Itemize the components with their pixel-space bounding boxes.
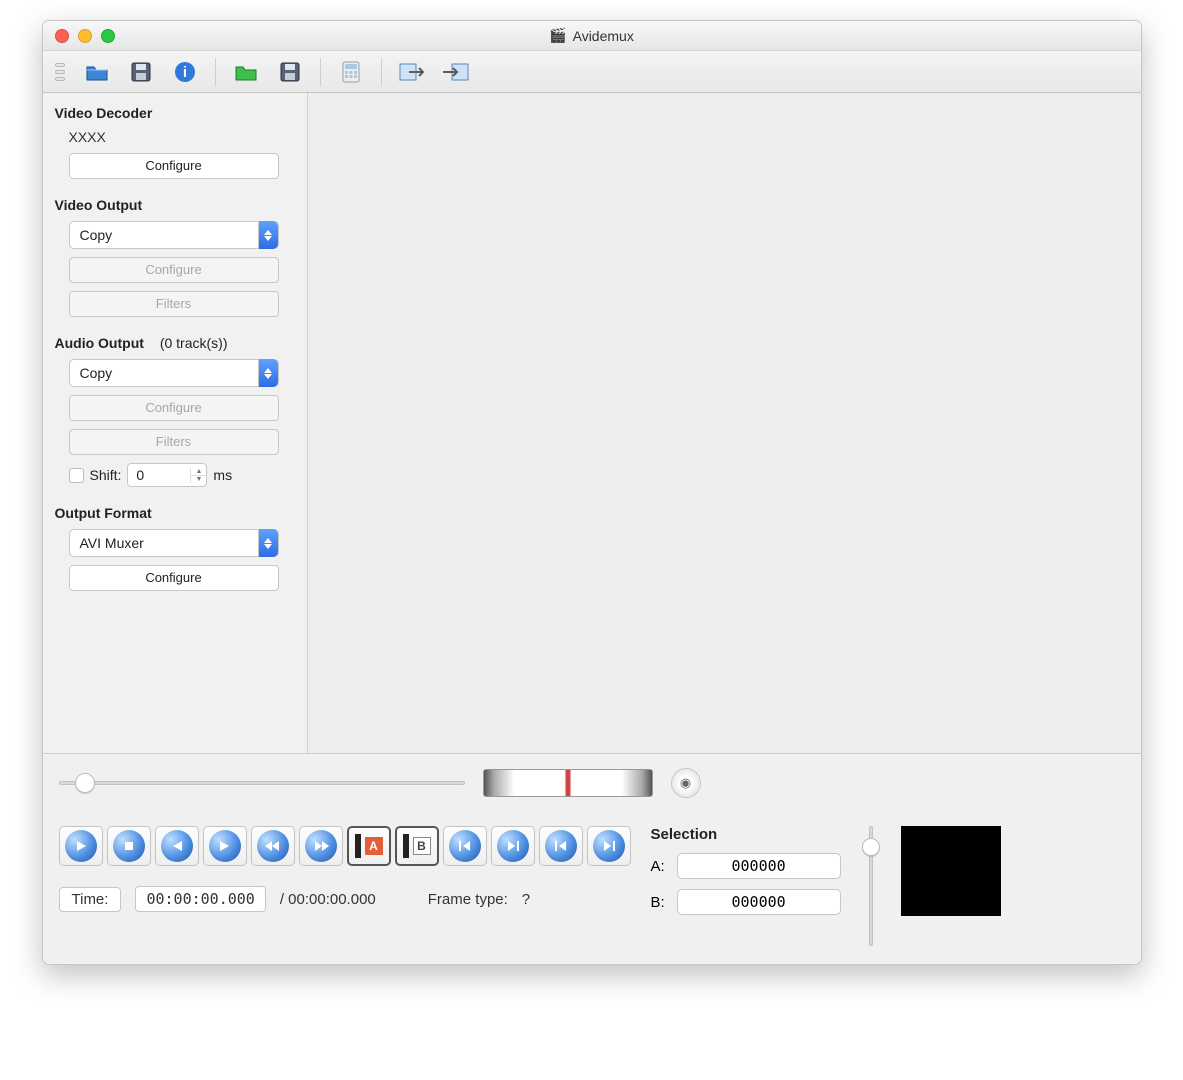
frame-type-label: Frame type: bbox=[428, 891, 508, 908]
video-output-select[interactable]: Copy bbox=[69, 221, 279, 249]
audio-output-tracks: (0 track(s)) bbox=[160, 335, 228, 351]
calculator-button[interactable] bbox=[334, 57, 368, 87]
video-canvas bbox=[308, 93, 1141, 753]
video-decoder-configure-button[interactable]: Configure bbox=[69, 153, 279, 179]
spinner-down-icon[interactable]: ▼ bbox=[191, 476, 206, 483]
time-total: 00:00:00.000 bbox=[288, 891, 376, 908]
go-marker-a-button[interactable] bbox=[539, 826, 583, 866]
timeline-thumb[interactable] bbox=[75, 773, 95, 793]
jog-wheel[interactable] bbox=[483, 769, 653, 797]
preview-thumbnail bbox=[901, 826, 1001, 916]
video-output-configure-button: Configure bbox=[69, 257, 279, 283]
video-output-label: Video Output bbox=[55, 197, 295, 213]
select-arrows-icon bbox=[258, 529, 278, 557]
output-format-selected: AVI Muxer bbox=[80, 535, 144, 551]
audio-shift-label: Shift: bbox=[90, 467, 122, 483]
window-controls bbox=[43, 29, 115, 43]
selection-panel: Selection A: 000000 B: 000000 bbox=[651, 826, 841, 925]
minimize-window-button[interactable] bbox=[78, 29, 92, 43]
video-output-section: Video Output Copy Configure Filters bbox=[55, 197, 295, 317]
toolbar: i bbox=[43, 51, 1141, 93]
selection-a-value: 000000 bbox=[677, 853, 841, 879]
titlebar: 🎬 Avidemux bbox=[43, 21, 1141, 51]
select-arrows-icon bbox=[258, 359, 278, 387]
transport-controls: A B bbox=[59, 826, 631, 866]
output-format-section: Output Format AVI Muxer Configure bbox=[55, 505, 295, 591]
project-open-button[interactable] bbox=[229, 57, 263, 87]
audio-shift-unit: ms bbox=[213, 467, 232, 483]
next-keyframe-button[interactable] bbox=[299, 826, 343, 866]
volume-thumb[interactable] bbox=[862, 838, 880, 856]
time-row: Time: 00:00:00.000 / 00:00:00.000 Frame … bbox=[59, 886, 631, 912]
prev-frame-button[interactable] bbox=[155, 826, 199, 866]
app-icon: 🎬 bbox=[549, 27, 566, 44]
audio-output-configure-button: Configure bbox=[69, 395, 279, 421]
export-button[interactable] bbox=[439, 57, 473, 87]
audio-shift-row: Shift: 0 ▲▼ ms bbox=[69, 463, 279, 487]
audio-output-select[interactable]: Copy bbox=[69, 359, 279, 387]
close-window-button[interactable] bbox=[55, 29, 69, 43]
play-button[interactable] bbox=[59, 826, 103, 866]
select-arrows-icon bbox=[258, 221, 278, 249]
window-title: Avidemux bbox=[573, 28, 634, 44]
sidebar: Video Decoder XXXX Configure Video Outpu… bbox=[43, 93, 308, 753]
audio-toggle-button[interactable]: ◉ bbox=[671, 768, 701, 798]
bottom-panel: ◉ A B bbox=[43, 753, 1141, 964]
audio-output-selected: Copy bbox=[80, 365, 113, 381]
audio-shift-spinner[interactable]: 0 ▲▼ bbox=[127, 463, 207, 487]
video-decoder-section: Video Decoder XXXX Configure bbox=[55, 105, 295, 179]
save-file-button[interactable] bbox=[124, 57, 158, 87]
volume-column bbox=[861, 826, 881, 946]
video-decoder-label: Video Decoder bbox=[55, 105, 295, 121]
selection-label: Selection bbox=[651, 826, 841, 843]
go-start-button[interactable] bbox=[443, 826, 487, 866]
audio-output-filters-button: Filters bbox=[69, 429, 279, 455]
output-format-configure-button[interactable]: Configure bbox=[69, 565, 279, 591]
project-save-button[interactable] bbox=[273, 57, 307, 87]
audio-shift-value: 0 bbox=[128, 467, 190, 483]
info-button[interactable]: i bbox=[168, 57, 202, 87]
timeline-slider[interactable] bbox=[59, 773, 465, 793]
audio-output-label: Audio Output bbox=[55, 335, 144, 351]
audio-output-section: Audio Output (0 track(s)) Copy Configure… bbox=[55, 335, 295, 487]
video-decoder-value: XXXX bbox=[55, 129, 295, 145]
time-label: Time: bbox=[59, 887, 122, 912]
frame-type-value: ? bbox=[522, 891, 530, 908]
selection-b-label: B: bbox=[651, 894, 665, 911]
app-window: 🎬 Avidemux i bbox=[42, 20, 1142, 965]
stop-button[interactable] bbox=[107, 826, 151, 866]
selection-b-value: 000000 bbox=[677, 889, 841, 915]
output-format-label: Output Format bbox=[55, 505, 295, 521]
open-file-button[interactable] bbox=[80, 57, 114, 87]
set-marker-a-button[interactable]: A bbox=[347, 826, 391, 866]
import-button[interactable] bbox=[395, 57, 429, 87]
svg-text:i: i bbox=[182, 64, 186, 81]
selection-a-label: A: bbox=[651, 858, 665, 875]
output-format-select[interactable]: AVI Muxer bbox=[69, 529, 279, 557]
spinner-up-icon[interactable]: ▲ bbox=[191, 468, 206, 476]
audio-shift-checkbox[interactable] bbox=[69, 468, 84, 483]
next-frame-button[interactable] bbox=[203, 826, 247, 866]
prev-keyframe-button[interactable] bbox=[251, 826, 295, 866]
video-output-selected: Copy bbox=[80, 227, 113, 243]
set-marker-b-button[interactable]: B bbox=[395, 826, 439, 866]
video-output-filters-button: Filters bbox=[69, 291, 279, 317]
time-current-field[interactable]: 00:00:00.000 bbox=[135, 886, 265, 912]
go-marker-b-button[interactable] bbox=[587, 826, 631, 866]
go-end-button[interactable] bbox=[491, 826, 535, 866]
volume-slider[interactable] bbox=[861, 826, 881, 946]
toolbar-grip[interactable] bbox=[55, 59, 65, 85]
maximize-window-button[interactable] bbox=[101, 29, 115, 43]
